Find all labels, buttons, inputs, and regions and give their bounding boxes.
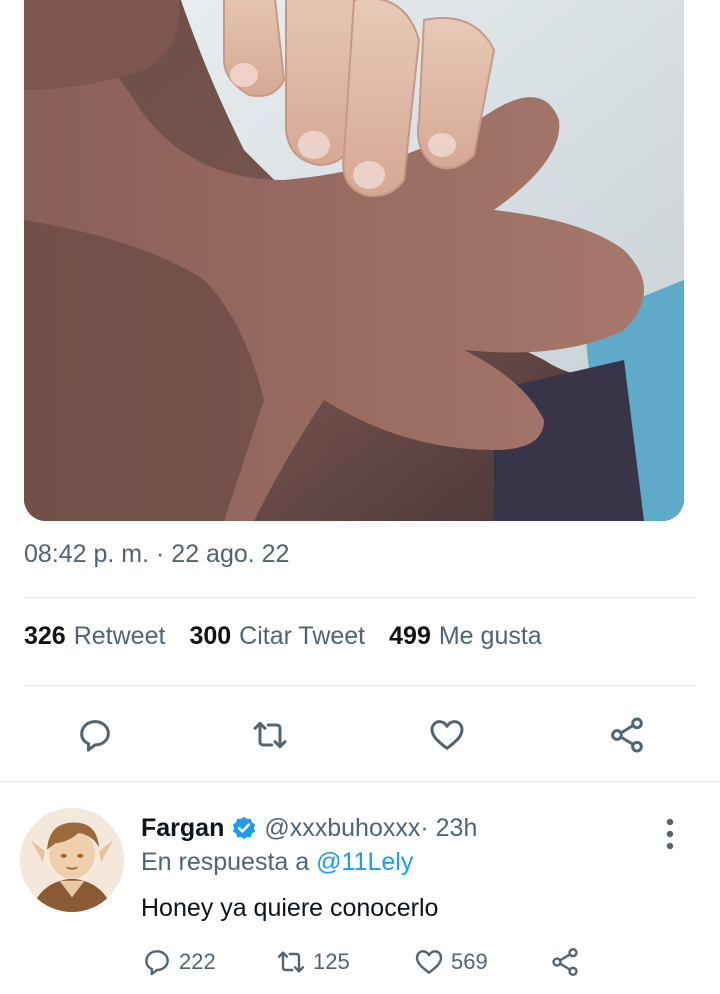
reply-icon: [80, 720, 110, 752]
divider: [24, 685, 696, 686]
reply-action-bar: 222 125 569: [141, 946, 661, 982]
retweet-count-small: 125: [313, 949, 350, 974]
like-stat-label: Me gusta: [438, 622, 542, 650]
more-options-icon[interactable]: [660, 814, 680, 854]
reply-icon: [145, 950, 169, 976]
reply-time[interactable]: · 23h: [420, 814, 477, 843]
retweet-icon: [253, 721, 287, 749]
reply-reply-button[interactable]: 222: [141, 946, 216, 978]
author-handle[interactable]: @xxxbuhoxxx: [264, 814, 420, 843]
reply-tweet[interactable]: Fargan @xxxbuhoxxx · 23h En respuesta a …: [0, 782, 720, 994]
retweet-stat[interactable]: 326 Retweet: [24, 622, 165, 651]
retweet-icon: [277, 951, 305, 973]
reply-like-button[interactable]: 569: [413, 946, 488, 978]
reply-text: Honey ya quiere conocerlo: [141, 894, 439, 922]
quote-stat-label: Citar Tweet: [239, 622, 366, 650]
tweet-stats: 326 Retweet 300 Citar Tweet 499 Me gusta: [24, 622, 542, 651]
like-button[interactable]: [420, 708, 474, 762]
like-icon: [415, 950, 443, 974]
share-icon: [611, 717, 643, 753]
reply-share-button[interactable]: [549, 946, 587, 978]
verified-badge-icon: [233, 816, 256, 839]
reply-header: Fargan @xxxbuhoxxx · 23h: [141, 814, 477, 843]
like-count: 499: [389, 622, 431, 650]
reply-count: 222: [179, 949, 216, 974]
like-icon: [430, 720, 464, 750]
share-button[interactable]: [600, 708, 654, 762]
author-name[interactable]: Fargan: [141, 814, 224, 843]
quote-count: 300: [189, 622, 232, 650]
retweet-stat-label: Retweet: [73, 622, 166, 650]
reply-prefix: En respuesta a: [141, 848, 317, 876]
avatar[interactable]: [20, 808, 124, 912]
tweet-photo[interactable]: [24, 0, 684, 521]
mention-link[interactable]: @11Lely: [316, 848, 413, 876]
baby-hand-photo: [24, 0, 684, 521]
retweet-button[interactable]: [243, 708, 297, 762]
reply-context: En respuesta a @11Lely: [141, 848, 413, 877]
share-icon: [552, 948, 578, 976]
tweet-action-bar: [0, 708, 720, 762]
retweet-count: 326: [24, 622, 66, 650]
tweet-timestamp[interactable]: 08:42 p. m. · 22 ago. 22: [24, 540, 289, 569]
reply-button[interactable]: [68, 708, 122, 762]
reply-retweet-button[interactable]: 125: [275, 946, 350, 978]
like-count-small: 569: [451, 949, 488, 974]
quote-stat[interactable]: 300 Citar Tweet: [189, 622, 365, 651]
divider: [24, 597, 696, 598]
user-avatar-illustration: [20, 808, 124, 912]
like-stat[interactable]: 499 Me gusta: [389, 622, 542, 651]
